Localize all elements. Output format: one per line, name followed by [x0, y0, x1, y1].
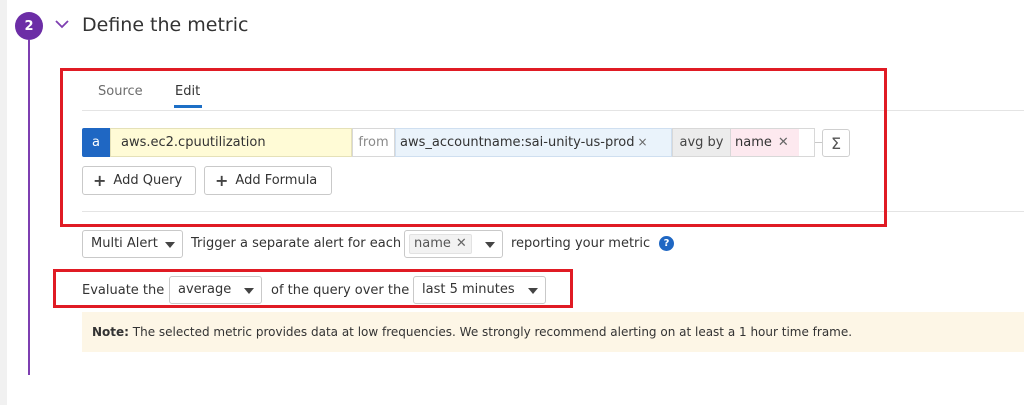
step-connector-line	[28, 40, 30, 375]
section-title: Define the metric	[82, 14, 249, 36]
alert-type-select[interactable]: Multi Alert	[82, 230, 183, 258]
note-text: The selected metric provides data at low…	[128, 325, 853, 339]
low-frequency-note: Note: The selected metric provides data …	[82, 312, 1024, 352]
highlight-box-query	[60, 68, 887, 227]
highlight-box-evaluation	[53, 269, 573, 308]
alert-group-chip: name ✕	[409, 234, 472, 254]
trigger-text: Trigger a separate alert for each	[191, 236, 402, 251]
reporting-text: reporting your metric	[511, 236, 651, 251]
caret-down-icon	[485, 242, 495, 248]
remove-group-icon[interactable]: ✕	[456, 236, 467, 251]
step-number-badge: 2	[15, 12, 43, 40]
help-icon[interactable]: ?	[659, 236, 674, 251]
note-label: Note:	[92, 325, 129, 339]
caret-down-icon	[165, 242, 175, 248]
alert-group-select[interactable]: name ✕	[404, 230, 503, 258]
alert-type-value: Multi Alert	[91, 236, 158, 251]
left-margin	[0, 0, 7, 405]
alert-group-value: name	[414, 236, 451, 251]
chevron-down-icon[interactable]	[54, 16, 70, 32]
